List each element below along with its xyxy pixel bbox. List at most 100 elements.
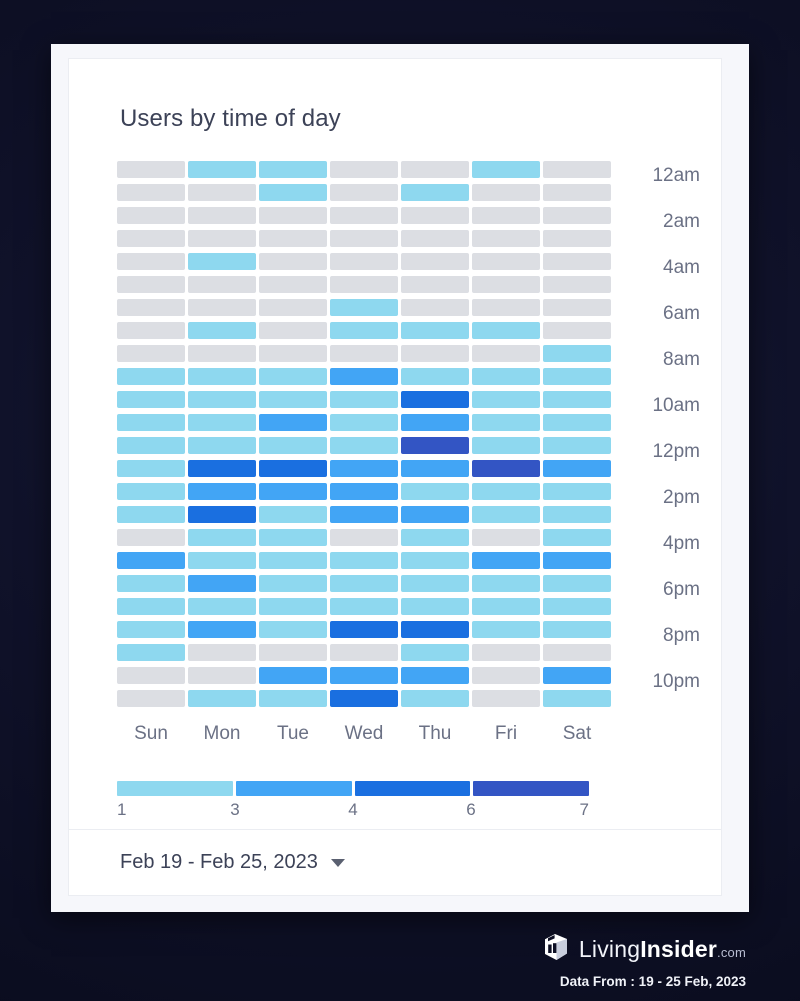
heatmap-cell[interactable] (401, 276, 469, 293)
heatmap-cell[interactable] (117, 368, 185, 385)
heatmap-cell[interactable] (472, 667, 540, 684)
heatmap-cell[interactable] (401, 414, 469, 431)
heatmap-cell[interactable] (543, 690, 611, 707)
heatmap-cell[interactable] (330, 483, 398, 500)
heatmap-cell[interactable] (330, 506, 398, 523)
heatmap-cell[interactable] (543, 253, 611, 270)
heatmap-cell[interactable] (330, 161, 398, 178)
heatmap-cell[interactable] (330, 460, 398, 477)
heatmap-cell[interactable] (472, 184, 540, 201)
heatmap-cell[interactable] (401, 299, 469, 316)
heatmap-cell[interactable] (472, 483, 540, 500)
heatmap-cell[interactable] (330, 644, 398, 661)
heatmap-cell[interactable] (117, 184, 185, 201)
heatmap-cell[interactable] (401, 391, 469, 408)
heatmap-cell[interactable] (259, 184, 327, 201)
heatmap-cell[interactable] (188, 437, 256, 454)
heatmap-cell[interactable] (472, 207, 540, 224)
heatmap-cell[interactable] (543, 483, 611, 500)
heatmap-cell[interactable] (259, 368, 327, 385)
heatmap-cell[interactable] (543, 414, 611, 431)
heatmap-cell[interactable] (330, 437, 398, 454)
heatmap-cell[interactable] (188, 690, 256, 707)
heatmap-cell[interactable] (259, 506, 327, 523)
heatmap-cell[interactable] (401, 345, 469, 362)
heatmap-cell[interactable] (472, 529, 540, 546)
heatmap-cell[interactable] (543, 598, 611, 615)
heatmap-cell[interactable] (330, 184, 398, 201)
heatmap-cell[interactable] (259, 529, 327, 546)
heatmap-cell[interactable] (543, 621, 611, 638)
heatmap-cell[interactable] (401, 529, 469, 546)
heatmap-cell[interactable] (543, 230, 611, 247)
heatmap-cell[interactable] (543, 161, 611, 178)
heatmap-cell[interactable] (401, 667, 469, 684)
heatmap-cell[interactable] (117, 414, 185, 431)
heatmap-cell[interactable] (543, 345, 611, 362)
heatmap-cell[interactable] (117, 621, 185, 638)
heatmap-cell[interactable] (543, 506, 611, 523)
heatmap-cell[interactable] (472, 506, 540, 523)
heatmap-cell[interactable] (259, 230, 327, 247)
heatmap-cell[interactable] (188, 299, 256, 316)
heatmap-cell[interactable] (188, 230, 256, 247)
heatmap-cell[interactable] (117, 529, 185, 546)
heatmap-cell[interactable] (543, 299, 611, 316)
heatmap-cell[interactable] (117, 506, 185, 523)
heatmap-cell[interactable] (259, 690, 327, 707)
heatmap-cell[interactable] (330, 253, 398, 270)
heatmap-cell[interactable] (330, 621, 398, 638)
heatmap-cell[interactable] (117, 437, 185, 454)
heatmap-cell[interactable] (188, 184, 256, 201)
heatmap-cell[interactable] (188, 207, 256, 224)
heatmap-cell[interactable] (188, 529, 256, 546)
heatmap-cell[interactable] (472, 437, 540, 454)
heatmap-cell[interactable] (472, 322, 540, 339)
heatmap-cell[interactable] (543, 322, 611, 339)
heatmap-cell[interactable] (401, 368, 469, 385)
heatmap-cell[interactable] (330, 598, 398, 615)
heatmap-cell[interactable] (330, 667, 398, 684)
heatmap-cell[interactable] (188, 368, 256, 385)
heatmap-cell[interactable] (117, 345, 185, 362)
heatmap-cell[interactable] (259, 621, 327, 638)
heatmap-cell[interactable] (117, 460, 185, 477)
heatmap-cell[interactable] (472, 161, 540, 178)
heatmap-cell[interactable] (188, 322, 256, 339)
heatmap-cell[interactable] (117, 575, 185, 592)
heatmap-cell[interactable] (188, 575, 256, 592)
heatmap-cell[interactable] (401, 161, 469, 178)
heatmap-cell[interactable] (330, 690, 398, 707)
heatmap-cell[interactable] (401, 230, 469, 247)
heatmap-cell[interactable] (543, 460, 611, 477)
heatmap-cell[interactable] (401, 690, 469, 707)
heatmap-cell[interactable] (543, 368, 611, 385)
heatmap-cell[interactable] (401, 644, 469, 661)
heatmap-cell[interactable] (259, 552, 327, 569)
heatmap-cell[interactable] (330, 345, 398, 362)
heatmap-cell[interactable] (472, 621, 540, 638)
heatmap-cell[interactable] (330, 207, 398, 224)
heatmap-cell[interactable] (472, 368, 540, 385)
heatmap-cell[interactable] (472, 230, 540, 247)
heatmap-cell[interactable] (472, 598, 540, 615)
heatmap-cell[interactable] (117, 391, 185, 408)
heatmap-cell[interactable] (188, 345, 256, 362)
heatmap-cell[interactable] (330, 552, 398, 569)
heatmap-cell[interactable] (117, 667, 185, 684)
heatmap-cell[interactable] (259, 345, 327, 362)
heatmap-cell[interactable] (472, 345, 540, 362)
heatmap-cell[interactable] (543, 667, 611, 684)
heatmap-cell[interactable] (117, 230, 185, 247)
heatmap-cell[interactable] (472, 253, 540, 270)
heatmap-cell[interactable] (117, 161, 185, 178)
heatmap-cell[interactable] (401, 253, 469, 270)
heatmap-cell[interactable] (188, 414, 256, 431)
heatmap-cell[interactable] (330, 299, 398, 316)
heatmap-cell[interactable] (472, 575, 540, 592)
heatmap-cell[interactable] (259, 207, 327, 224)
heatmap-cell[interactable] (401, 506, 469, 523)
heatmap-cell[interactable] (472, 460, 540, 477)
heatmap-cell[interactable] (188, 161, 256, 178)
heatmap-cell[interactable] (401, 552, 469, 569)
